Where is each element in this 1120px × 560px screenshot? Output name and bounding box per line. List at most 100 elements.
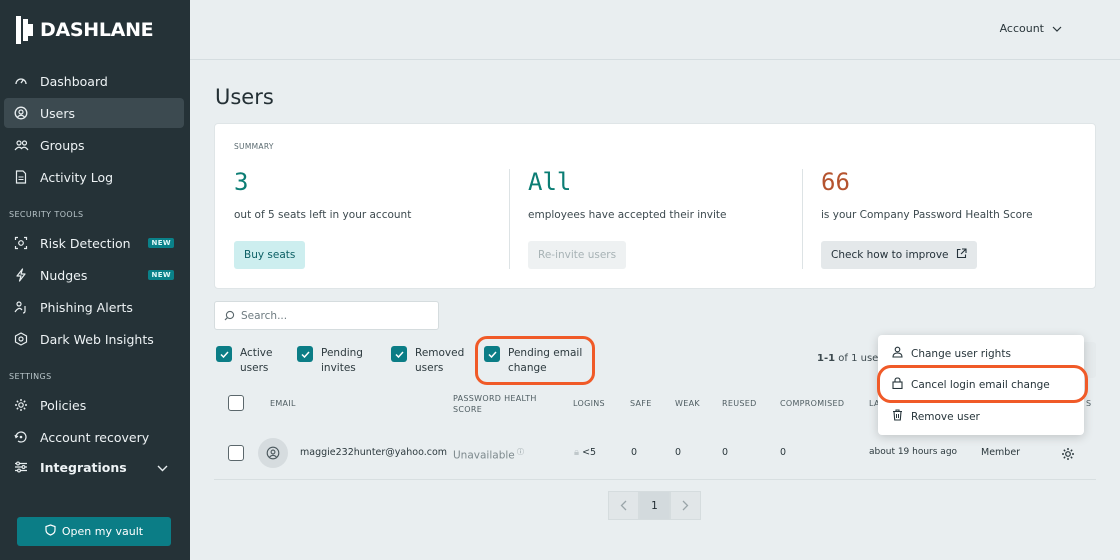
select-all-checkbox[interactable] (228, 395, 244, 411)
logins-value: 🔒︎ <5 (574, 447, 597, 458)
filter-label: Removed users (415, 347, 465, 374)
sidebar-item-dashboard[interactable]: Dashboard (4, 66, 184, 96)
header-password-health[interactable]: PASSWORD HEALTH SCORE (453, 393, 537, 415)
shield-icon (45, 524, 56, 539)
checkbox-checked[interactable] (297, 346, 313, 362)
menu-item-remove-user[interactable]: Remove user (892, 409, 980, 424)
password-health-value: Unavailable ⓘ (453, 448, 524, 462)
compromised-value: 0 (780, 447, 787, 458)
last-active-value: about 19 hours ago (869, 447, 958, 457)
avatar (258, 438, 288, 468)
dashlane-logo[interactable]: DASHLANE (16, 16, 154, 44)
chevron-down-icon (1052, 22, 1062, 35)
filter-pending-invites[interactable]: Pending invites (297, 346, 363, 376)
user-circle-icon (13, 105, 29, 121)
main-nav: Dashboard Users Groups Activity Log (4, 66, 184, 192)
seats-value: 3 (234, 168, 249, 196)
sidebar-item-policies[interactable]: Policies (4, 390, 184, 420)
sidebar-item-label: Nudges (40, 267, 88, 283)
checkbox-checked[interactable] (391, 346, 407, 362)
filter-active-users[interactable]: Active users (216, 346, 272, 376)
search-box[interactable] (214, 301, 439, 330)
sidebar-item-label: Risk Detection (40, 235, 131, 251)
search-icon (224, 306, 235, 325)
role-value: Member (981, 447, 1021, 458)
prev-page-button[interactable] (608, 491, 639, 520)
sidebar-item-activity-log[interactable]: Activity Log (4, 162, 184, 192)
settings-nav: Policies Account recovery Integrations (4, 390, 184, 482)
seats-stat: 3 out of 5 seats left in your account Bu… (234, 168, 411, 269)
account-menu[interactable]: Account (1000, 22, 1062, 35)
check-improve-button[interactable]: Check how to improve (821, 241, 977, 269)
weak-value: 0 (675, 447, 682, 458)
user-circle-icon (266, 446, 280, 460)
bolt-icon (13, 267, 29, 283)
open-vault-button[interactable]: Open my vault (17, 517, 171, 546)
filter-removed-users[interactable]: Removed users (391, 346, 464, 376)
sidebar-item-label: Policies (40, 397, 87, 413)
sidebar-item-label: Users (40, 105, 76, 121)
user-email: maggie232hunter@yahoo.com (300, 447, 448, 458)
lock-icon: 🔒︎ (574, 447, 580, 458)
sidebar-item-nudges[interactable]: Nudges NEW (4, 260, 184, 290)
page-button-current[interactable]: 1 (639, 491, 670, 520)
header-rights[interactable]: S (1086, 398, 1091, 409)
sidebar-item-label: Dark Web Insights (40, 331, 154, 347)
security-nav: Risk Detection NEW Nudges NEW Phishing A… (4, 228, 184, 354)
sidebar-item-risk-detection[interactable]: Risk Detection NEW (4, 228, 184, 258)
sidebar-item-groups[interactable]: Groups (4, 130, 184, 160)
brand-name: DASHLANE (40, 19, 154, 41)
globe-icon (13, 331, 29, 347)
menu-item-label: Change user rights (911, 347, 1011, 360)
sidebar-item-account-recovery[interactable]: Account recovery (4, 422, 184, 452)
check-improve-label: Check how to improve (831, 249, 949, 261)
header-logins[interactable]: LOGINS (573, 398, 605, 409)
open-vault-label: Open my vault (61, 525, 144, 538)
new-badge: NEW (148, 238, 174, 248)
menu-item-change-user-rights[interactable]: Change user rights (892, 346, 1011, 361)
sliders-icon (13, 459, 29, 475)
top-bar: Account (190, 0, 1120, 60)
header-weak[interactable]: WEAK (675, 398, 700, 409)
gear-icon (13, 397, 29, 413)
header-reused[interactable]: REUSED (722, 398, 757, 409)
header-compromised[interactable]: COMPROMISED (780, 398, 844, 409)
page-title: Users (215, 85, 274, 109)
summary-label: SUMMARY (234, 142, 274, 151)
summary-card: SUMMARY 3 out of 5 seats left in your ac… (214, 123, 1096, 289)
sidebar-item-integrations[interactable]: Integrations (4, 452, 184, 482)
sidebar-item-label: Activity Log (40, 169, 114, 185)
sidebar-item-users[interactable]: Users (4, 98, 184, 128)
dashlane-logo-icon (16, 16, 36, 44)
search-input[interactable] (241, 309, 431, 322)
divider (509, 169, 510, 269)
reused-value: 0 (722, 447, 729, 458)
sidebar-item-label: Groups (40, 137, 85, 153)
health-stat: 66 is your Company Password Health Score… (821, 168, 1033, 269)
sidebar-item-phishing-alerts[interactable]: Phishing Alerts (4, 292, 184, 322)
buy-seats-button[interactable]: Buy seats (234, 241, 306, 269)
health-desc: is your Company Password Health Score (821, 209, 1033, 221)
safe-value: 0 (631, 447, 638, 458)
sidebar: DASHLANE Dashboard Users Groups Activity… (0, 0, 190, 560)
header-safe[interactable]: SAFE (630, 398, 652, 409)
sidebar-item-dark-web-insights[interactable]: Dark Web Insights (4, 324, 184, 354)
header-email[interactable]: EMAIL (270, 398, 296, 409)
row-checkbox[interactable] (228, 445, 244, 461)
new-badge: NEW (148, 270, 174, 280)
filter-label: Pending invites (321, 347, 363, 374)
recovery-icon (13, 429, 29, 445)
invites-desc: employees have accepted their invite (528, 209, 727, 221)
row-divider (214, 479, 1096, 480)
next-page-button[interactable] (670, 491, 701, 520)
invites-value: All (528, 168, 572, 196)
checkbox-checked[interactable] (216, 346, 232, 362)
gear-icon[interactable] (1061, 446, 1075, 465)
pagination: 1 (608, 491, 701, 520)
account-label: Account (999, 22, 1044, 35)
reinvite-users-button[interactable]: Re-invite users (528, 241, 627, 269)
sidebar-item-label: Dashboard (40, 73, 108, 89)
sidebar-item-label: Phishing Alerts (40, 299, 133, 315)
radar-icon (13, 235, 29, 251)
divider (802, 169, 803, 269)
